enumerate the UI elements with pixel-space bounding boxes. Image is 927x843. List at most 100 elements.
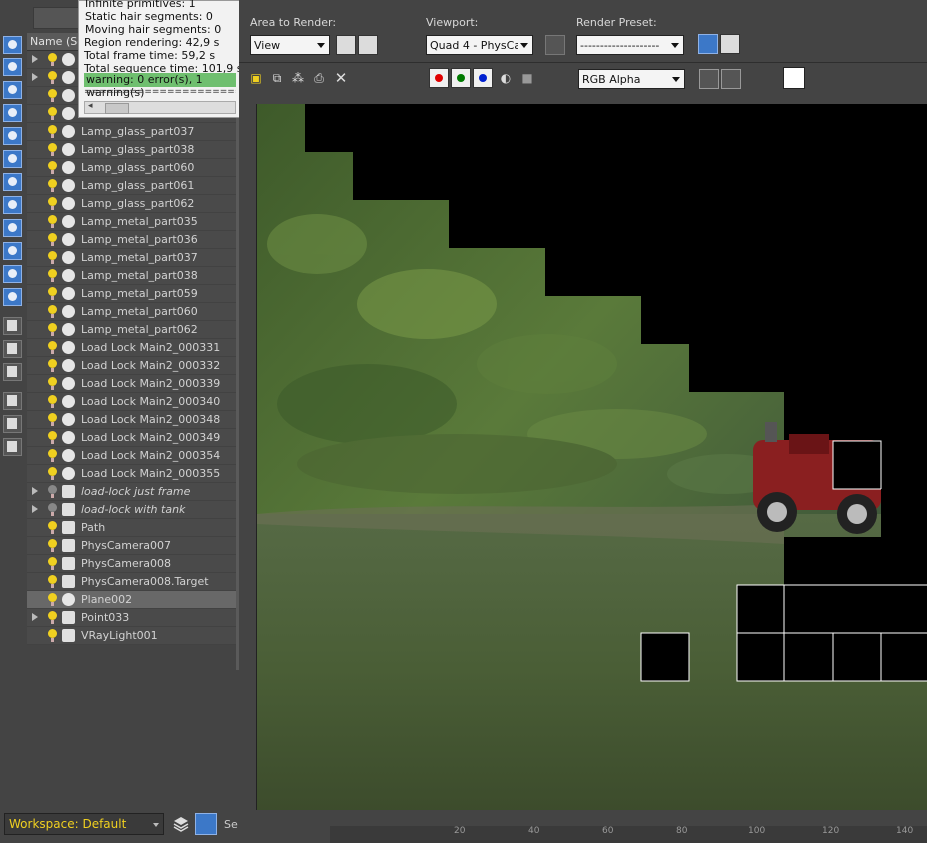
clone-frame-icon[interactable]: ⁂	[290, 70, 306, 86]
explorer-row[interactable]: Lamp_metal_part037	[27, 249, 239, 267]
display-helpers-icon[interactable]	[3, 127, 22, 145]
explorer-row[interactable]: load-lock with tank	[27, 501, 239, 519]
display-frozen-icon[interactable]	[3, 265, 22, 283]
expand-arrow-icon[interactable]	[32, 487, 38, 495]
expand-arrow-icon[interactable]	[32, 55, 38, 63]
lightbulb-icon[interactable]	[48, 611, 57, 624]
display-lights-icon[interactable]	[3, 81, 22, 99]
display-groups-icon[interactable]	[3, 173, 22, 191]
select-invert-icon[interactable]	[3, 363, 22, 381]
lightbulb-icon[interactable]	[48, 143, 57, 156]
explorer-row[interactable]: PhysCamera007	[27, 537, 239, 555]
explorer-row[interactable]: VRayLight001	[27, 627, 239, 645]
expand-arrow-icon[interactable]	[32, 613, 38, 621]
explorer-row[interactable]: Lamp_glass_part061	[27, 177, 239, 195]
layers-icon[interactable]	[173, 816, 189, 832]
lock-cell-icon[interactable]	[3, 438, 22, 456]
lock-viewport-icon[interactable]	[545, 35, 565, 55]
explorer-row[interactable]: Lamp_metal_part035	[27, 213, 239, 231]
lightbulb-icon[interactable]	[48, 305, 57, 318]
lightbulb-icon[interactable]	[48, 53, 57, 66]
lightbulb-icon[interactable]	[48, 503, 57, 516]
lightbulb-icon[interactable]	[48, 341, 57, 354]
lightbulb-icon[interactable]	[48, 557, 57, 570]
lightbulb-icon[interactable]	[48, 251, 57, 264]
toggle-ui-overlay-icon[interactable]	[699, 69, 719, 89]
lightbulb-icon[interactable]	[48, 323, 57, 336]
select-all-icon[interactable]	[3, 317, 22, 335]
expand-arrow-icon[interactable]	[32, 505, 38, 513]
copy-image-icon[interactable]: ⧉	[269, 70, 285, 86]
display-hidden-icon[interactable]	[3, 288, 22, 306]
toggle-ui-icon[interactable]	[721, 69, 741, 89]
scrollbar-thumb[interactable]	[105, 103, 129, 114]
environment-icon[interactable]	[720, 34, 740, 54]
explorer-row[interactable]: Load Lock Main2_000339	[27, 375, 239, 393]
explorer-row[interactable]: Lamp_metal_part059	[27, 285, 239, 303]
lightbulb-icon[interactable]	[48, 539, 57, 552]
lightbulb-icon[interactable]	[48, 521, 57, 534]
area-to-render-dropdown[interactable]: View	[250, 35, 330, 55]
explorer-row[interactable]: Lamp_glass_part062	[27, 195, 239, 213]
display-geometry-icon[interactable]	[3, 58, 22, 76]
lightbulb-icon[interactable]	[48, 449, 57, 462]
display-spacewarps-icon[interactable]	[3, 150, 22, 168]
lightbulb-icon[interactable]	[48, 287, 57, 300]
explorer-row[interactable]: Lamp_metal_part060	[27, 303, 239, 321]
filter-icon[interactable]	[3, 392, 22, 410]
explorer-row[interactable]: PhysCamera008.Target	[27, 573, 239, 591]
viewport-dropdown[interactable]: Quad 4 - PhysCar	[426, 35, 533, 55]
display-none-icon[interactable]	[3, 36, 22, 54]
print-image-icon[interactable]: ⎙	[311, 70, 327, 86]
explorer-row[interactable]: Lamp_glass_part037	[27, 123, 239, 141]
display-containers-icon[interactable]	[3, 242, 22, 260]
explorer-row[interactable]: Path	[27, 519, 239, 537]
lightbulb-icon[interactable]	[48, 485, 57, 498]
lightbulb-icon[interactable]	[48, 395, 57, 408]
explorer-row[interactable]: Plane002	[27, 591, 239, 609]
explorer-row[interactable]: Load Lock Main2_000355	[27, 465, 239, 483]
channel-dropdown[interactable]: RGB Alpha	[578, 69, 685, 89]
color-swatch[interactable]	[783, 67, 805, 89]
explorer-row[interactable]: Load Lock Main2_000332	[27, 357, 239, 375]
render-setup-icon[interactable]	[698, 34, 718, 54]
explorer-row[interactable]: Lamp_metal_part038	[27, 267, 239, 285]
explorer-row[interactable]: Lamp_glass_part038	[27, 141, 239, 159]
auto-region-icon[interactable]	[358, 35, 378, 55]
explorer-row[interactable]: Lamp_metal_part036	[27, 231, 239, 249]
lightbulb-icon[interactable]	[48, 629, 57, 642]
lightbulb-icon[interactable]	[48, 179, 57, 192]
display-xrefs-icon[interactable]	[3, 196, 22, 214]
green-channel-icon[interactable]	[451, 68, 471, 88]
select-none-icon[interactable]	[3, 340, 22, 358]
lightbulb-icon[interactable]	[48, 161, 57, 174]
lightbulb-icon[interactable]	[48, 233, 57, 246]
explorer-row[interactable]: Load Lock Main2_000340	[27, 393, 239, 411]
edit-region-icon[interactable]	[336, 35, 356, 55]
lightbulb-icon[interactable]	[48, 107, 57, 120]
render-preset-dropdown[interactable]: --------------------	[576, 35, 684, 55]
explorer-row[interactable]: Load Lock Main2_000354	[27, 447, 239, 465]
lightbulb-icon[interactable]	[48, 431, 57, 444]
lightbulb-icon[interactable]	[48, 359, 57, 372]
lightbulb-icon[interactable]	[48, 125, 57, 138]
explorer-row[interactable]: Load Lock Main2_000348	[27, 411, 239, 429]
lightbulb-icon[interactable]	[48, 71, 57, 84]
lightbulb-icon[interactable]	[48, 377, 57, 390]
lightbulb-icon[interactable]	[48, 269, 57, 282]
hierarchy-icon[interactable]	[195, 813, 217, 835]
lightbulb-icon[interactable]	[48, 197, 57, 210]
explorer-row[interactable]: Load Lock Main2_000331	[27, 339, 239, 357]
lightbulb-icon[interactable]	[48, 89, 57, 102]
red-channel-icon[interactable]	[429, 68, 449, 88]
lightbulb-icon[interactable]	[48, 413, 57, 426]
explorer-row[interactable]: Lamp_metal_part062	[27, 321, 239, 339]
lightbulb-icon[interactable]	[48, 215, 57, 228]
scene-explorer-tab[interactable]: Se	[224, 818, 238, 831]
clear-icon[interactable]: ✕	[333, 70, 349, 86]
lightbulb-icon[interactable]	[48, 593, 57, 606]
render-viewport[interactable]	[256, 104, 927, 825]
lightbulb-icon[interactable]	[48, 575, 57, 588]
lightbulb-icon[interactable]	[48, 467, 57, 480]
expand-arrow-icon[interactable]	[32, 73, 38, 81]
